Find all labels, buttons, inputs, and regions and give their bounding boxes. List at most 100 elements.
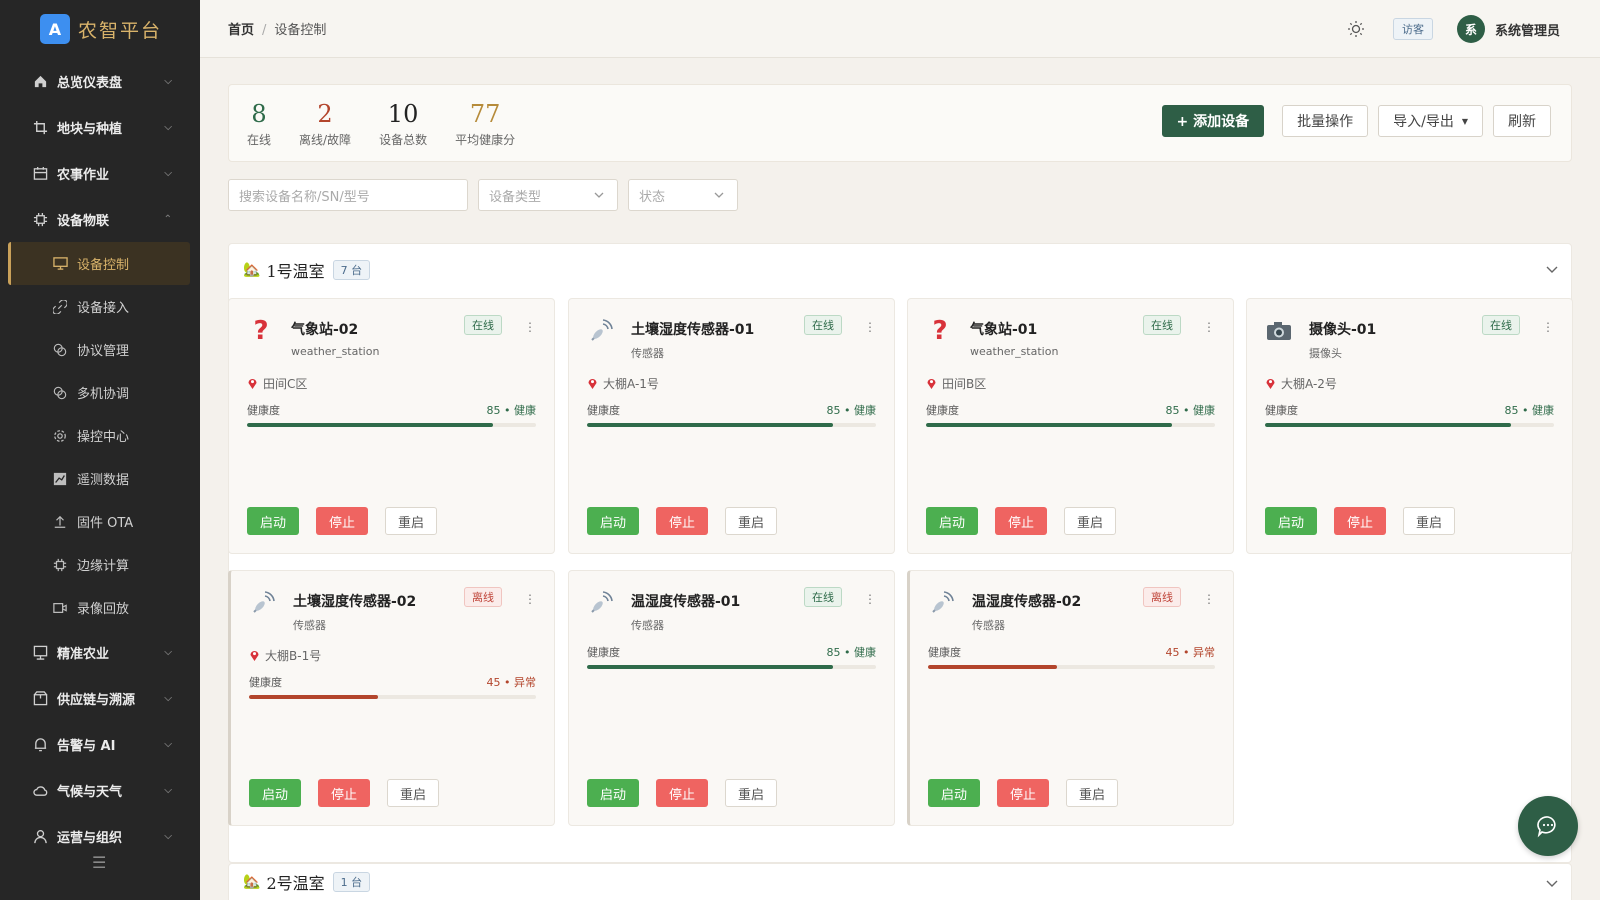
device-card[interactable]: 土壤湿度传感器-02 传感器 离线 ⋮ 大棚B-1号 健康度 45 • 异常 启动 停止 重启 [228, 570, 555, 826]
sidebar-item-protocol[interactable]: 协议管理 [0, 328, 200, 371]
chevron-down-icon: ⌵ [164, 75, 172, 87]
stop-button[interactable]: 停止 [656, 779, 709, 807]
home-icon [32, 73, 48, 89]
sidebar-item-firmware-ota[interactable]: 固件 OTA [0, 500, 200, 543]
start-button[interactable]: 启动 [926, 507, 979, 535]
device-card[interactable]: ? 气象站-01 weather_station 在线 ⋮ 田间B区 健康度 85 • 健康启… [907, 298, 1234, 554]
sidebar-item-telemetry[interactable]: 遥测数据 [0, 457, 200, 500]
stop-button[interactable]: 停止 [995, 507, 1048, 535]
card-actions: 启动 停止 重启 [587, 507, 794, 535]
restart-button[interactable]: 重启 [725, 507, 778, 535]
menu-collapse-icon[interactable]: ☰ [92, 853, 106, 872]
more-vertical-icon[interactable]: ⋮ [864, 321, 876, 335]
nav-item-alerts-ai[interactable]: 告警与 AI ⌵ [0, 721, 200, 767]
health-row: 健康度 85 • 健康 [1265, 402, 1554, 418]
more-vertical-icon[interactable]: ⋮ [1203, 593, 1215, 607]
restart-button[interactable]: 重启 [385, 507, 438, 535]
sidebar-item-edge-compute[interactable]: 边缘计算 [0, 543, 200, 586]
group-header[interactable]: 🏡 1号温室 7 台 [229, 244, 1571, 296]
video-icon [52, 600, 68, 616]
device-name[interactable]: 气象站-02 [291, 319, 358, 339]
sidebar-item-multi-coord[interactable]: 多机协调 [0, 371, 200, 414]
device-name[interactable]: 土壤湿度传感器-01 [631, 319, 754, 339]
stop-button[interactable]: 停止 [997, 779, 1050, 807]
device-type: 传感器 [631, 347, 664, 360]
device-card[interactable]: 温湿度传感器-01 传感器 在线 ⋮ 健康度 85 • 健康 启动 停止 重启 [568, 570, 895, 826]
device-card[interactable]: 温湿度传感器-02 传感器 离线 ⋮ 健康度 45 • 异常 启动 停止 重启 [907, 570, 1234, 826]
restart-button[interactable]: 重启 [387, 779, 440, 807]
device-location: 大棚B-1号 [249, 647, 321, 664]
bell-icon [32, 736, 48, 752]
question-icon: ? [932, 316, 948, 346]
nav-label: 供应链与溯源 [57, 692, 136, 708]
more-vertical-icon[interactable]: ⋮ [1203, 321, 1215, 335]
question-icon: ? [253, 316, 269, 346]
stat-offline: 2 离线/故障 [299, 99, 351, 148]
device-name[interactable]: 温湿度传感器-01 [631, 591, 740, 611]
status-select[interactable]: 状态 [628, 179, 738, 211]
stop-button[interactable]: 停止 [1334, 507, 1387, 535]
user-name[interactable]: 系统管理员 [1495, 20, 1560, 39]
nav-item-device-iot[interactable]: 设备物联 ⌃ [0, 196, 200, 242]
nav-item-plots[interactable]: 地块与种植 ⌵ [0, 104, 200, 150]
brand[interactable]: A 农智平台 [0, 0, 200, 58]
device-name[interactable]: 气象站-01 [970, 319, 1037, 339]
header-right: 访客 系 系统管理员 [1347, 0, 1560, 58]
brand-logo: A [40, 14, 70, 44]
nav-item-supply-chain[interactable]: 供应链与溯源 ⌵ [0, 675, 200, 721]
chevron-down-icon[interactable] [1545, 262, 1559, 276]
stats-bar: 8 在线 2 离线/故障 10 设备总数 77 平均健康分 + 添加设备 批量操… [228, 84, 1572, 162]
restart-button[interactable]: 重启 [1403, 507, 1456, 535]
more-vertical-icon[interactable]: ⋮ [524, 593, 536, 607]
sidebar-item-device-access[interactable]: 设备接入 [0, 285, 200, 328]
start-button[interactable]: 启动 [587, 779, 640, 807]
restart-button[interactable]: 重启 [1066, 779, 1119, 807]
health-bar-fill [928, 665, 1058, 669]
more-vertical-icon[interactable]: ⋮ [864, 593, 876, 607]
start-button[interactable]: 启动 [249, 779, 302, 807]
sidebar-item-video-playback[interactable]: 录像回放 [0, 586, 200, 629]
device-card[interactable]: 摄像头-01 摄像头 在线 ⋮ 大棚A-2号 健康度 85 • 健康 启动 停止 重启 [1246, 298, 1573, 554]
stat-label: 在线 [247, 132, 272, 147]
stop-button[interactable]: 停止 [656, 507, 709, 535]
device-name[interactable]: 温湿度传感器-02 [972, 591, 1081, 611]
sidebar-item-device-control[interactable]: 设备控制 [8, 242, 190, 285]
location-text: 田间B区 [942, 377, 987, 391]
stop-button[interactable]: 停止 [316, 507, 369, 535]
protocol-icon [52, 342, 68, 358]
status-badge: 离线 [1143, 587, 1181, 607]
add-device-button[interactable]: + 添加设备 [1161, 105, 1265, 137]
start-button[interactable]: 启动 [928, 779, 981, 807]
nav-item-climate[interactable]: 气候与天气 ⌵ [0, 767, 200, 813]
import-export-button[interactable]: 导入/导出 ▼ [1378, 105, 1483, 137]
more-vertical-icon[interactable]: ⋮ [524, 321, 536, 335]
nav-item-dashboard[interactable]: 总览仪表盘 ⌵ [0, 58, 200, 104]
start-button[interactable]: 启动 [587, 507, 640, 535]
more-vertical-icon[interactable]: ⋮ [1542, 321, 1554, 335]
status-badge: 离线 [464, 587, 502, 607]
health-bar-fill [587, 665, 833, 669]
chevron-down-icon[interactable] [1545, 876, 1559, 890]
search-input[interactable]: 搜索设备名称/SN/型号 [228, 179, 468, 211]
sidebar-item-control-center[interactable]: 操控中心 [0, 414, 200, 457]
batch-operations-button[interactable]: 批量操作 [1282, 105, 1369, 137]
nav-label: 运营与组织 [57, 830, 123, 846]
start-button[interactable]: 启动 [247, 507, 300, 535]
avatar[interactable]: 系 [1456, 15, 1485, 43]
stop-button[interactable]: 停止 [318, 779, 371, 807]
sun-icon[interactable] [1347, 20, 1365, 38]
start-button[interactable]: 启动 [1265, 507, 1318, 535]
nav-item-precision-ag[interactable]: 精准农业 ⌵ [0, 629, 200, 675]
chat-button[interactable] [1518, 796, 1578, 856]
device-card[interactable]: 土壤湿度传感器-01 传感器 在线 ⋮ 大棚A-1号 健康度 85 • 健康 启动 停止 重启 [568, 298, 895, 554]
breadcrumb-home[interactable]: 首页 [228, 23, 254, 38]
restart-button[interactable]: 重启 [1064, 507, 1117, 535]
device-name[interactable]: 摄像头-01 [1309, 319, 1376, 339]
nav-item-farm-work[interactable]: 农事作业 ⌵ [0, 150, 200, 196]
device-card[interactable]: ? 气象站-02 weather_station 在线 ⋮ 田间C区 健康度 85 • 健康启… [228, 298, 555, 554]
restart-button[interactable]: 重启 [725, 779, 778, 807]
device-type-select[interactable]: 设备类型 [478, 179, 618, 211]
device-name[interactable]: 土壤湿度传感器-02 [293, 591, 416, 611]
group-header[interactable]: 🏡 2号温室 1 台 [229, 864, 1571, 900]
refresh-button[interactable]: 刷新 [1493, 105, 1551, 137]
